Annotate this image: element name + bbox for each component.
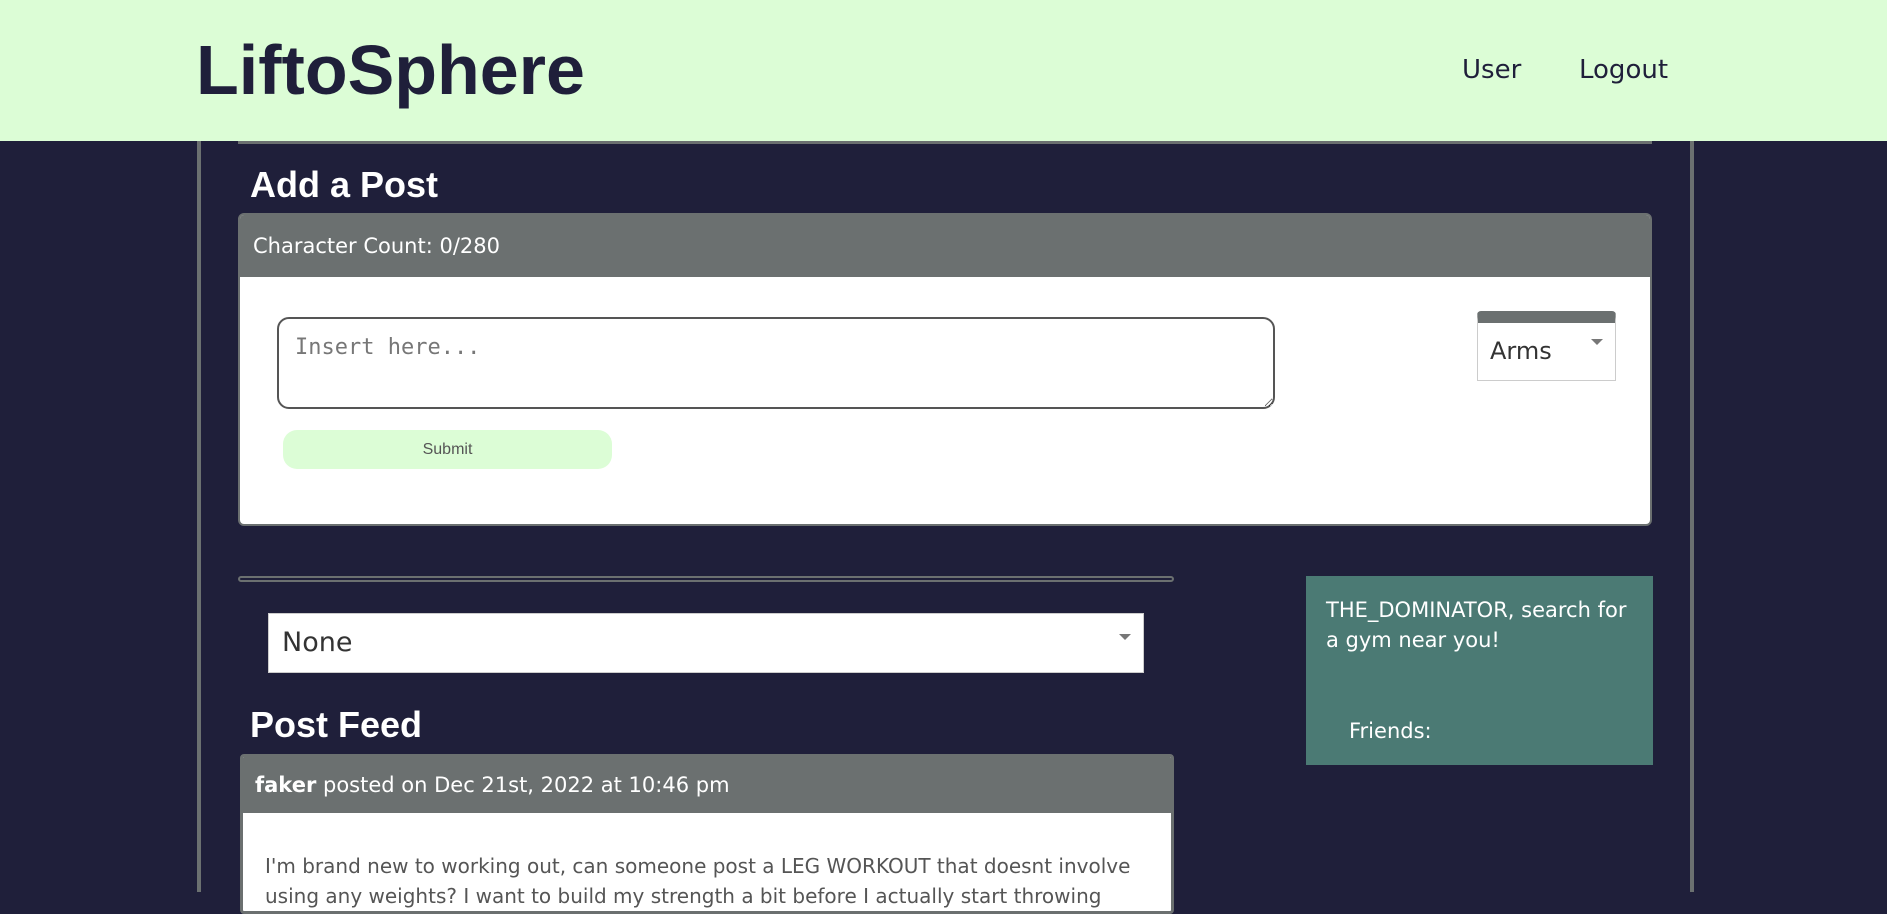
post-author[interactable]: faker [255,773,316,797]
character-count: Character Count: 0/280 [240,215,1650,277]
post-meta: posted on Dec 21st, 2022 at 10:46 pm [316,773,730,797]
chevron-down-icon [1119,634,1131,640]
feed-post-header: faker posted on Dec 21st, 2022 at 10:46 … [243,757,1171,813]
page-frame-left [197,141,201,892]
site-header: LiftoSphere User Logout [0,0,1887,141]
friends-label: Friends: [1349,719,1432,743]
feed-filter-value: None [282,627,353,658]
top-divider [238,141,1652,144]
add-post-card: Character Count: 0/280 Submit Arms [238,213,1652,526]
side-panel: THE_DOMINATOR, search for a gym near you… [1306,576,1653,765]
add-post-title: Add a Post [250,164,439,205]
chevron-down-icon [1591,339,1603,345]
category-select-value: Arms [1490,337,1552,365]
post-feed-title: Post Feed [250,704,423,745]
post-body: I'm brand new to working out, can someon… [265,854,1131,908]
brand-logo[interactable]: LiftoSphere [196,30,585,110]
feed-divider [238,576,1174,582]
submit-button[interactable]: Submit [283,430,612,469]
feed-filter-select[interactable]: None [268,613,1144,673]
nav-user-link[interactable]: User [1462,52,1521,88]
nav-logout-link[interactable]: Logout [1579,52,1668,88]
feed-post-card: faker posted on Dec 21st, 2022 at 10:46 … [240,754,1174,914]
gym-search-prompt[interactable]: THE_DOMINATOR, search for a gym near you… [1326,595,1636,655]
page-frame-right [1690,141,1694,892]
post-input[interactable] [277,317,1275,409]
category-select[interactable]: Arms [1477,311,1616,381]
